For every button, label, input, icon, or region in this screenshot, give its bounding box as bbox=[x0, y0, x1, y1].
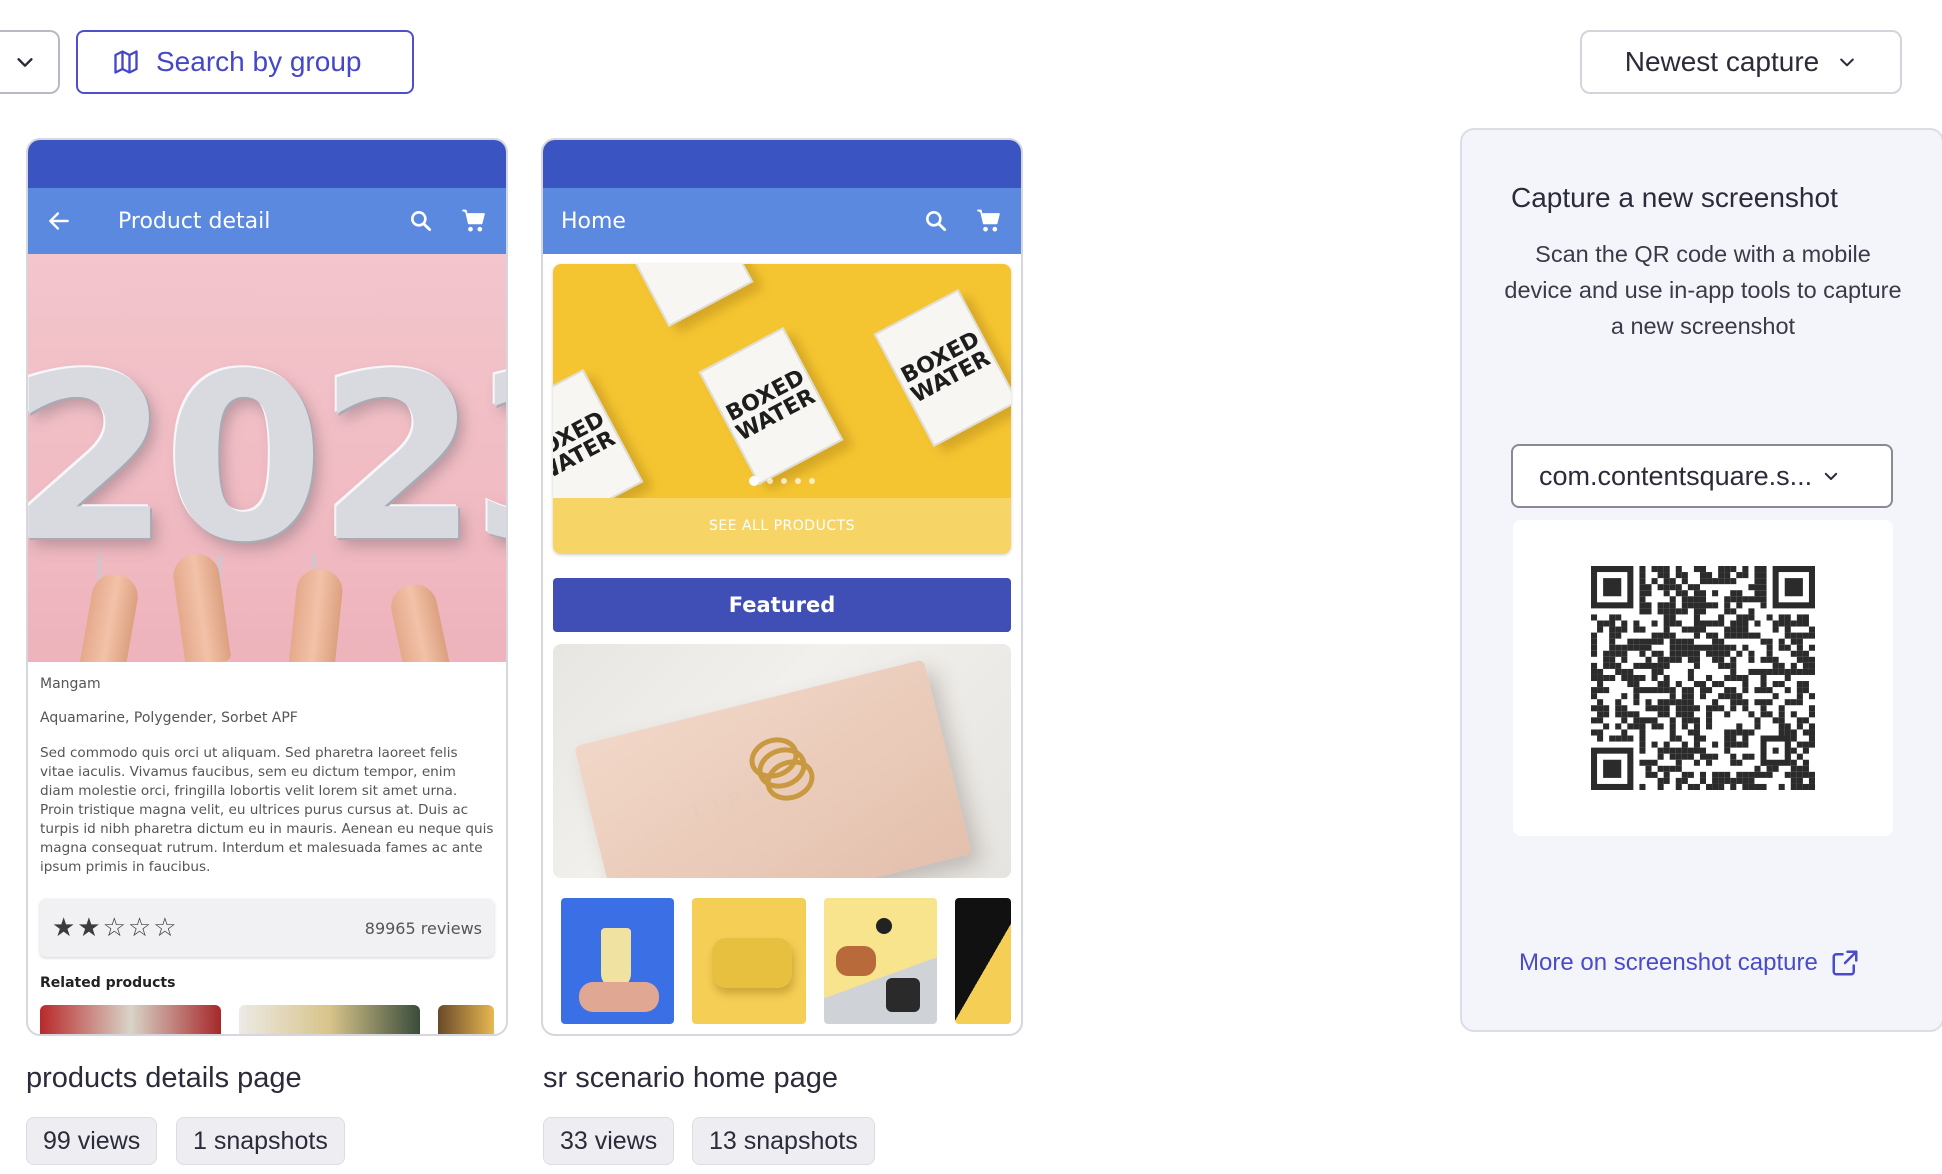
category-thumb[interactable] bbox=[823, 898, 938, 1024]
chevron-down-icon bbox=[17, 58, 33, 67]
screen-name[interactable]: sr scenario home page bbox=[543, 1062, 838, 1095]
screen-card-home[interactable]: Home BOXED WATER BOXED WATER BOXED WATER… bbox=[541, 138, 1023, 1036]
app-status-bar bbox=[543, 140, 1021, 188]
carton-label: BOXED WATER bbox=[553, 406, 620, 489]
featured-image: LIBERTÉ bbox=[553, 644, 1011, 878]
panel-description: Scan the QR code with a mobile device an… bbox=[1504, 241, 1902, 339]
sort-label: Newest capture bbox=[1624, 46, 1820, 77]
external-link-icon bbox=[1832, 950, 1858, 976]
related-products-row bbox=[40, 1005, 494, 1034]
star-rating: ★★☆☆☆ bbox=[52, 913, 179, 943]
cart-icon bbox=[977, 209, 1000, 232]
search-by-group-label: Search by group bbox=[156, 46, 362, 77]
app-status-bar bbox=[28, 140, 506, 188]
app-selector[interactable]: com.contentsquare.s... bbox=[1511, 444, 1893, 508]
search-by-group-button[interactable]: Search by group bbox=[76, 30, 414, 94]
snapshots-badge: 1 snapshots bbox=[176, 1117, 345, 1165]
cart-icon bbox=[462, 209, 485, 232]
category-thumb[interactable] bbox=[692, 898, 806, 1024]
related-product-thumb bbox=[40, 1005, 221, 1034]
review-count: 89965 reviews bbox=[364, 918, 482, 938]
carton-label: BOXED WATER bbox=[722, 364, 820, 447]
search-icon bbox=[411, 211, 432, 232]
related-product-thumb bbox=[238, 1005, 420, 1034]
promo-banner: BOXED WATER BOXED WATER BOXED WATER SEE … bbox=[553, 264, 1011, 554]
carousel-dots[interactable] bbox=[553, 476, 1011, 486]
balloon-numbers: 2023 bbox=[28, 326, 506, 593]
snapshots-badge: 13 snapshots bbox=[692, 1117, 875, 1165]
app-bar: Product detail bbox=[28, 188, 506, 254]
qr-code-icon bbox=[1591, 566, 1815, 790]
featured-button[interactable]: Featured bbox=[553, 578, 1011, 632]
sort-dropdown[interactable]: Newest capture bbox=[1580, 30, 1902, 94]
product-name: Aquamarine, Polygender, Sorbet APF bbox=[40, 710, 298, 726]
category-thumb[interactable] bbox=[561, 898, 675, 1024]
carton-label: BOXED WATER bbox=[897, 326, 995, 409]
product-brand: Mangam bbox=[40, 676, 101, 692]
panel-title: Capture a new screenshot bbox=[1511, 182, 1838, 213]
product-description: Sed commodo quis orci ut aliquam. Sed ph… bbox=[40, 745, 494, 875]
filter-dropdown[interactable] bbox=[0, 30, 60, 94]
category-thumb[interactable] bbox=[955, 898, 1011, 1024]
qr-code-card bbox=[1513, 520, 1893, 836]
screen-card-product-details[interactable]: Product detail 2023 Mangam Aquamarine, P… bbox=[26, 138, 508, 1036]
related-products-heading: Related products bbox=[40, 975, 176, 991]
views-badge: 33 views bbox=[543, 1117, 675, 1165]
more-link-label: More on screenshot capture bbox=[1519, 949, 1818, 976]
rating-box: ★★☆☆☆ 89965 reviews bbox=[40, 899, 494, 957]
screen-name[interactable]: products details page bbox=[26, 1062, 302, 1095]
arrow-left-icon bbox=[46, 208, 78, 234]
app-bar: Home bbox=[543, 188, 1021, 254]
app-bar-title: Product detail bbox=[118, 208, 271, 234]
product-hero-image: 2023 bbox=[28, 254, 506, 662]
category-thumbs bbox=[553, 898, 1011, 1024]
see-all-products-button[interactable]: SEE ALL PRODUCTS bbox=[553, 498, 1011, 554]
capture-panel: Capture a new screenshot Scan the QR cod… bbox=[1460, 128, 1942, 1032]
search-icon bbox=[926, 211, 947, 232]
views-badge: 99 views bbox=[26, 1117, 158, 1165]
app-selector-value: com.contentsquare.s... bbox=[1539, 460, 1813, 491]
chevron-down-icon bbox=[1840, 58, 1855, 67]
chevron-down-icon bbox=[1824, 472, 1838, 480]
map-icon bbox=[114, 50, 138, 74]
app-bar-title: Home bbox=[561, 208, 626, 234]
more-on-screenshot-capture-link[interactable]: More on screenshot capture bbox=[1519, 948, 1860, 978]
related-product-thumb bbox=[437, 1005, 494, 1034]
banner-image: BOXED WATER BOXED WATER BOXED WATER bbox=[553, 264, 1011, 498]
